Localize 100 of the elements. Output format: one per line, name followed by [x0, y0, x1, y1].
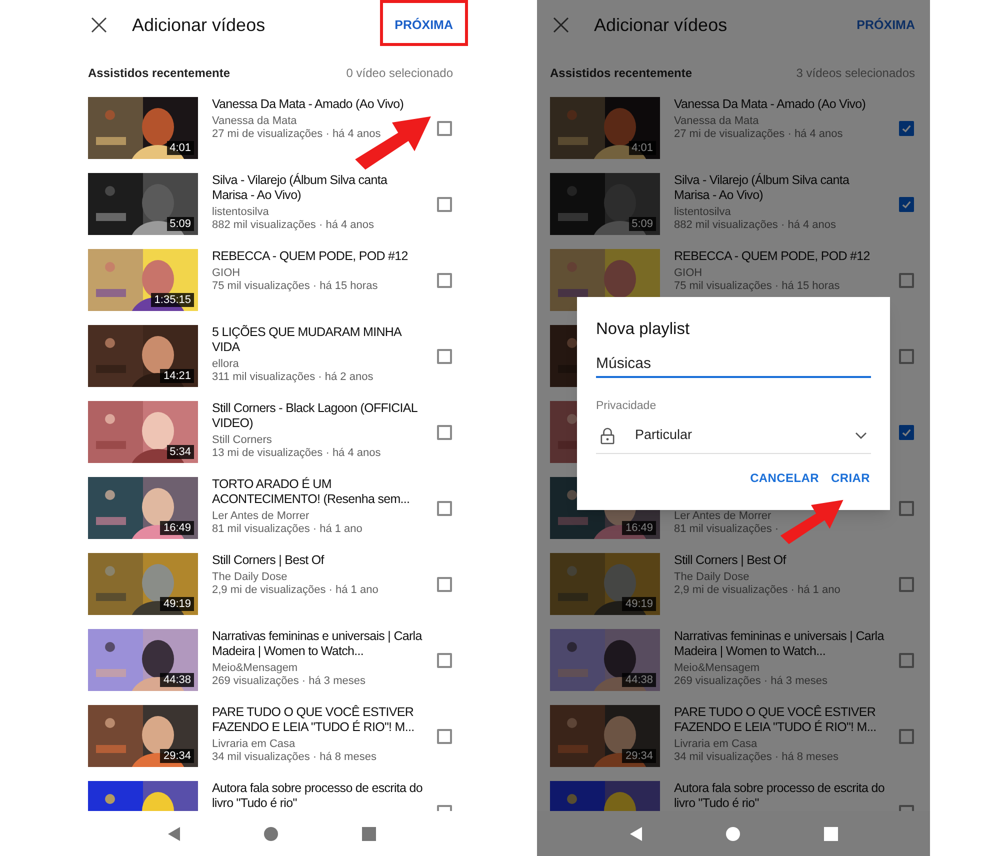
checkbox[interactable]: [898, 196, 914, 212]
checkbox[interactable]: [898, 348, 914, 364]
chevron-down-icon: [855, 432, 867, 440]
channel-name: Vanessa da Mata: [674, 115, 760, 128]
video-title[interactable]: Vanessa Da Mata - Amado (Ao Vivo): [212, 97, 424, 112]
channel-name: Ler Antes de Morrer: [674, 510, 772, 523]
checkbox[interactable]: [436, 272, 452, 288]
video-duration: 16:49: [622, 521, 656, 535]
checkbox[interactable]: [898, 500, 914, 516]
home-icon[interactable]: [264, 826, 278, 840]
video-meta: 27 mi de visualizações · há 4 anos: [674, 128, 844, 141]
checkbox[interactable]: [436, 728, 452, 744]
video-meta: 882 mil visualizações · há 4 anos: [674, 219, 838, 232]
checkmark-icon: [900, 122, 912, 134]
checkbox[interactable]: [898, 652, 914, 668]
video-title[interactable]: Still Corners | Best Of: [212, 553, 424, 568]
video-meta: 2,9 mi de visualizações · há 1 ano: [212, 584, 380, 597]
video-meta: 34 mil visualizações · há 8 meses: [212, 751, 378, 764]
video-title[interactable]: REBECCA - QUEM PODE, POD #12: [212, 249, 424, 264]
cancel-button[interactable]: CANCELAR: [749, 469, 820, 487]
checkbox[interactable]: [898, 120, 914, 136]
recents-icon[interactable]: [824, 826, 838, 840]
back-icon[interactable]: [628, 826, 643, 840]
checkbox[interactable]: [436, 348, 452, 364]
video-title[interactable]: Vanessa Da Mata - Amado (Ao Vivo): [674, 97, 886, 112]
back-icon[interactable]: [166, 826, 181, 840]
close-icon[interactable]: [553, 17, 569, 33]
checkbox[interactable]: [898, 424, 914, 440]
channel-name: Meio&Mensagem: [212, 662, 299, 675]
video-title[interactable]: 5 LIÇÕES QUE MUDARAM MINHA VIDA: [212, 325, 424, 355]
video-meta: 311 mil visualizações · há 2 anos: [212, 371, 374, 384]
channel-name: Vanessa da Mata: [212, 115, 298, 128]
channel-name: Livraria em Casa: [212, 738, 296, 751]
video-title[interactable]: REBECCA - QUEM PODE, POD #12: [674, 249, 886, 264]
channel-name: The Daily Dose: [212, 571, 288, 584]
video-title[interactable]: Silva - Vilarejo (Álbum Silva canta Marisa - Ao Vivo): [212, 173, 424, 203]
home-icon[interactable]: [726, 826, 740, 840]
video-meta: 34 mil visualizações · há 8 meses: [674, 751, 840, 764]
channel-name: Meio&Mensagem: [674, 662, 761, 675]
video-meta: 269 visualizações · há 3 meses: [212, 675, 366, 688]
video-meta: 2,9 mi de visualizações · há 1 ano: [674, 584, 842, 597]
video-meta: 75 mil visualizações · há 15 horas: [674, 280, 841, 293]
next-button[interactable]: PRÓXIMA: [394, 16, 453, 34]
video-meta: 882 mil visualizações · há 4 anos: [212, 219, 376, 232]
section-title: Assistidos recentemente: [550, 65, 692, 82]
channel-name: ellora: [212, 358, 240, 371]
video-title[interactable]: Silva - Vilarejo (Álbum Silva canta Marisa - Ao Vivo): [674, 173, 886, 203]
channel-name: Ler Antes de Morrer: [212, 510, 310, 523]
video-title[interactable]: Narrativas femininas e universais | Carla Madeira | Women to Watch...: [674, 629, 886, 659]
video-duration: 4:01: [628, 141, 656, 155]
playlist-name-field[interactable]: Músicas: [596, 355, 871, 378]
page-title: Adicionar vídeos: [132, 14, 266, 36]
selection-count: 0 vídeo selecionado: [346, 65, 453, 82]
channel-name: listentosilva: [212, 206, 270, 219]
video-duration: 44:38: [160, 673, 194, 687]
video-duration: 4:01: [166, 141, 194, 155]
checkmark-icon: [900, 198, 912, 210]
video-title[interactable]: PARE TUDO O QUE VOCÊ ESTIVER FAZENDO E LEIA "TUDO É RIO"! M...: [212, 705, 424, 735]
video-duration: 44:38: [622, 673, 656, 687]
recents-icon[interactable]: [362, 826, 376, 840]
checkmark-icon: [900, 426, 912, 438]
video-meta: 81 mil visualizações · há 1 ano: [212, 523, 364, 536]
video-duration: 5:09: [166, 217, 194, 231]
checkbox[interactable]: [436, 424, 452, 440]
video-meta: 75 mil visualizações · há 15 horas: [212, 280, 379, 293]
video-meta: 13 mi de visualizações · há 4 anos: [212, 447, 382, 460]
video-meta: 269 visualizações · há 3 meses: [674, 675, 828, 688]
video-title[interactable]: PARE TUDO O QUE VOCÊ ESTIVER FAZENDO E LEIA "TUDO É RIO"! M...: [674, 705, 886, 735]
privacy-dropdown[interactable]: Particular: [596, 418, 871, 454]
lock-icon: [600, 426, 615, 444]
page-title: Adicionar vídeos: [594, 14, 728, 36]
checkbox[interactable]: [436, 576, 452, 592]
video-title[interactable]: TORTO ARADO É UM ACONTECIMENTO! (Resenha sem...: [212, 477, 424, 507]
video-duration: 14:21: [160, 369, 194, 383]
checkbox[interactable]: [436, 196, 452, 212]
channel-name: The Daily Dose: [674, 571, 750, 584]
video-title[interactable]: Still Corners - Black Lagoon (OFFICIAL VIDEO): [212, 401, 424, 431]
video-duration: 5:34: [166, 445, 194, 459]
video-duration: 1:35:15: [151, 293, 194, 307]
video-title[interactable]: Narrativas femininas e universais | Carla Madeira | Women to Watch...: [212, 629, 424, 659]
video-title[interactable]: Autora fala sobre processo de escrita do livro "Tudo é rio": [212, 781, 424, 811]
channel-name: listentosilva: [674, 206, 732, 219]
checkbox[interactable]: [898, 728, 914, 744]
channel-name: GIOH: [212, 267, 242, 280]
video-duration: 49:19: [160, 597, 194, 611]
checkbox[interactable]: [436, 120, 452, 136]
video-meta: 27 mi de visualizações · há 4 anos: [212, 128, 382, 141]
section-title: Assistidos recentemente: [88, 65, 230, 82]
video-duration: 29:34: [160, 749, 194, 763]
privacy-label: Privacidade: [596, 399, 658, 413]
video-title[interactable]: Still Corners | Best Of: [674, 553, 886, 568]
checkbox[interactable]: [898, 576, 914, 592]
dialog-title: Nova playlist: [596, 319, 691, 339]
channel-name: GIOH: [674, 267, 704, 280]
checkbox[interactable]: [436, 652, 452, 668]
close-icon[interactable]: [91, 17, 107, 33]
checkbox[interactable]: [436, 500, 452, 516]
checkbox[interactable]: [898, 272, 914, 288]
video-title[interactable]: Autora fala sobre processo de escrita do livro "Tudo é rio": [674, 781, 886, 811]
create-button[interactable]: CRIAR: [830, 469, 871, 487]
